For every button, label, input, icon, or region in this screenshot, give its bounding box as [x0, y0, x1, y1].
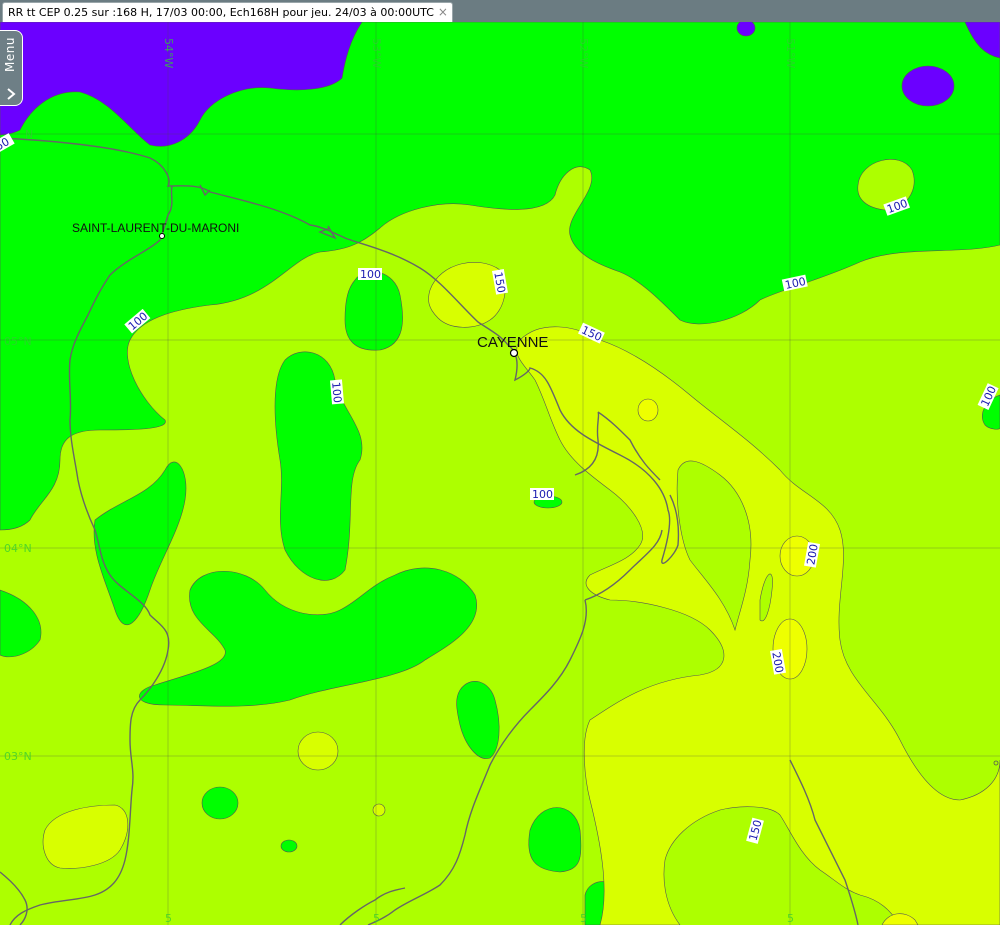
city-label-cayenne: CAYENNE: [477, 334, 548, 351]
contour-label-100-d: 100: [532, 488, 553, 501]
menu-label: Menu: [3, 37, 17, 72]
contour-50-blob-2: [736, 22, 756, 37]
contour-50-blob-1: [901, 65, 955, 107]
lon-bottom-51: 5: [787, 912, 794, 925]
lon-bottom-54: 5: [165, 912, 172, 925]
tab-close-icon[interactable]: ×: [438, 3, 448, 22]
contour-250-c: [637, 398, 659, 422]
top-bar: RR tt CEP 0.25 sur :168 H, 17/03 00:00, …: [0, 0, 1000, 23]
tab-forecast[interactable]: RR tt CEP 0.25 sur :168 H, 17/03 00:00, …: [2, 2, 453, 22]
contour-label-100-a: 100: [360, 268, 381, 281]
lat-label-03n: 03°N: [4, 750, 32, 763]
precipitation-map[interactable]: SAINT-LAURENT-DU-MARONI CAYENNE 54°W 53°…: [0, 22, 1000, 925]
lon-bottom-53: 5: [373, 912, 380, 925]
contour-100-blob-a: [344, 271, 403, 351]
contour-150-mid: [297, 731, 339, 771]
lat-label-05n: 05°N: [4, 335, 32, 348]
lon-label-53w: 53°W: [370, 38, 383, 68]
lon-label-52w: 52°W: [577, 38, 590, 68]
contour-100-blob-g: [280, 839, 298, 853]
chevron-right-icon: [7, 88, 16, 100]
tab-title: RR tt CEP 0.25 sur :168 H, 17/03 00:00, …: [8, 6, 434, 19]
lat-label-top: N: [25, 128, 33, 141]
city-label-saint-laurent: SAINT-LAURENT-DU-MARONI: [72, 221, 239, 235]
menu-button[interactable]: Menu: [0, 30, 23, 106]
lon-label-51w: 51°W: [784, 38, 797, 68]
lat-label-04n: 04°N: [4, 542, 32, 555]
contour-150-tiny: [372, 803, 386, 817]
contour-100-blob-f: [201, 786, 239, 820]
contour-label-100-c: 100: [329, 381, 344, 403]
lon-label-54w: 54°W: [162, 38, 175, 68]
lon-bottom-52: 5: [580, 912, 587, 925]
